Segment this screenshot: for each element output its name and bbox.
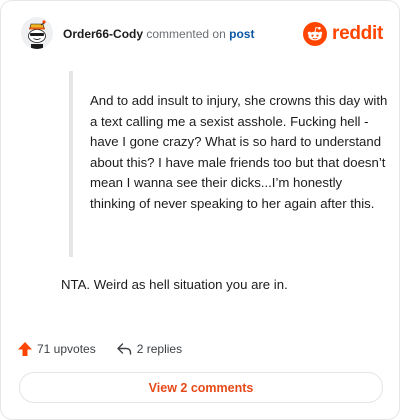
reddit-brand[interactable]: reddit [303,21,383,47]
snoo-avatar-icon [21,17,53,49]
post-link[interactable]: post [229,27,254,41]
reply-arrow-icon [117,343,131,355]
upvote-arrow-icon [18,342,32,356]
user-avatar[interactable] [21,17,53,49]
comment-actions: 71 upvotes 2 replies [17,339,182,359]
upvote-count: 71 upvotes [37,342,96,356]
quoted-text-block: And to add insult to injury, she crowns … [69,71,391,257]
brand-wordmark: reddit [332,23,383,44]
comment-header: Order66-Cody commented on post reddit [21,17,383,53]
upvote-button[interactable]: 71 upvotes [17,341,96,357]
replies-button[interactable]: 2 replies [116,341,182,357]
action-text: commented on [146,27,226,41]
replies-count: 2 replies [136,342,183,356]
comment-card: Order66-Cody commented on post reddit An… [0,0,400,420]
quote-text: And to add insult to injury, she crowns … [90,93,388,211]
view-comments-button[interactable]: View 2 comments [19,372,383,403]
reddit-logo-icon [303,22,328,46]
username-link[interactable]: Order66-Cody [63,27,143,41]
comment-body: NTA. Weird as hell situation you are in. [61,277,288,292]
comment-meta: Order66-Cody commented on post [63,26,254,42]
